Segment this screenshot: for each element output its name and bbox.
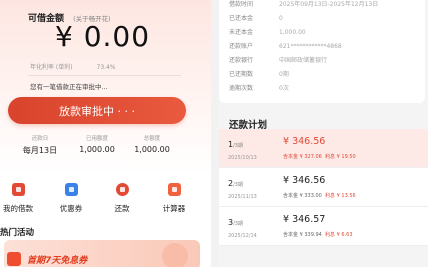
coupons-button[interactable]: 优惠券	[47, 183, 95, 214]
plan-principal: 含本金 ¥ 339.94	[283, 232, 322, 238]
plan-amount: ¥ 346.56	[283, 175, 326, 186]
promo-badge-icon	[7, 252, 21, 266]
info-value: 1,000.00	[279, 29, 306, 36]
stat-label: 已用额度	[85, 136, 108, 142]
plan-row[interactable]: 3/3期 2025/12/14 ¥ 346.57 含本金 ¥ 339.94 利息…	[219, 207, 428, 246]
info-value: 中国邮政储蓄银行	[279, 57, 328, 64]
promo-banner[interactable]: 首期7天免息券	[4, 240, 200, 267]
stat-total-credit: 总额度 1,000.00	[122, 134, 182, 154]
info-label: 还款账户	[229, 43, 254, 50]
info-label: 已还期数	[229, 71, 254, 78]
info-label: 逾期次数	[229, 85, 254, 92]
plan-interest: 利息 ¥ 19.50	[325, 154, 356, 160]
info-value: 0次	[279, 85, 289, 92]
loan-detail-panel: 借款时间 2025年09月13日-2025年12月13日 已还本金 0 未还本金 1,…	[219, 0, 428, 267]
info-value: 0期	[279, 71, 289, 78]
quick-action-label: 我的借款	[3, 204, 33, 213]
plan-date: 2025/11/13	[228, 194, 257, 200]
plan-period: 1/3期	[228, 140, 243, 149]
plan-interest: 利息 ¥ 13.56	[325, 193, 356, 199]
info-row-repaid-principal: 已还本金 0	[229, 13, 283, 22]
quick-action-label: 优惠券	[59, 204, 83, 213]
stat-value: 1,000.00	[79, 145, 115, 154]
info-row-repaid-periods: 已还期数 0期	[229, 69, 289, 78]
promo-text: 首期7天免息券	[27, 256, 88, 266]
stat-value: 每月13日	[22, 146, 58, 155]
release-approval-button[interactable]: 放款审批中 · · ·	[8, 97, 186, 124]
info-label: 借款时间	[229, 1, 254, 8]
info-label: 未还本金	[229, 29, 254, 36]
plan-breakdown: 含本金 ¥ 339.94 利息 ¥ 6.63	[283, 231, 353, 238]
plan-breakdown: 含本金 ¥ 333.00 利息 ¥ 13.56	[283, 192, 356, 199]
available-amount: ¥ 0.00	[55, 20, 151, 53]
stat-label: 总额度	[143, 136, 161, 142]
coupon-icon	[64, 183, 78, 196]
info-row-overdue: 逾期次数 0次	[229, 83, 289, 92]
stat-repay-day: 还款日 每月13日	[10, 134, 70, 156]
stat-value: 1,000.00	[134, 145, 170, 154]
pending-note: 您有一笔借款正在审批中...	[30, 83, 108, 91]
divider	[28, 75, 181, 76]
plan-period-total: /3期	[233, 221, 243, 227]
loan-home-panel: 可借金额 (关于畅开花) ¥ 0.00 年化利率 (单利) 73.4% 您有一笔…	[0, 0, 211, 267]
plan-principal: 含本金 ¥ 333.00	[283, 193, 322, 199]
plan-row-current[interactable]: 1/3期 2025/10/13 ¥ 346.56 含本金 ¥ 327.06 利息…	[219, 129, 428, 168]
plan-period-total: /3期	[233, 182, 243, 188]
plan-date: 2025/10/13	[228, 155, 257, 161]
quick-action-label: 计算器	[162, 204, 186, 213]
plan-date: 2025/12/14	[228, 233, 257, 239]
plan-breakdown: 含本金 ¥ 327.06 利息 ¥ 19.50	[283, 153, 356, 160]
credit-card: 可借金额 (关于畅开花) ¥ 0.00 年化利率 (单利) 73.4% 您有一笔…	[0, 0, 211, 174]
info-value: 2025年09月13日-2025年12月13日	[279, 1, 379, 8]
rate-row: 年化利率 (单利) 73.4%	[30, 62, 116, 71]
plan-period: 3/3期	[228, 218, 243, 227]
repayment-plan-list: 1/3期 2025/10/13 ¥ 346.56 含本金 ¥ 327.06 利息…	[219, 129, 428, 246]
calculator-icon	[167, 183, 181, 196]
plan-amount: ¥ 346.57	[283, 214, 326, 225]
panel-divider	[211, 0, 219, 267]
promo-decoration	[162, 243, 188, 267]
info-value: 0	[279, 15, 283, 22]
repay-icon	[115, 183, 129, 196]
activity-section-title: 热门活动	[0, 228, 35, 238]
rate-label: 年化利率 (单利)	[30, 64, 73, 71]
loan-info-card: 借款时间 2025年09月13日-2025年12月13日 已还本金 0 未还本金 1,…	[219, 0, 425, 103]
info-value: 621************4868	[279, 43, 342, 50]
info-label: 已还本金	[229, 15, 254, 22]
plan-interest: 利息 ¥ 6.63	[325, 232, 353, 238]
plan-principal: 含本金 ¥ 327.06	[283, 154, 322, 160]
stat-used-credit: 已用额度 1,000.00	[67, 134, 127, 154]
info-row-account: 还款账户 621************4868	[229, 41, 342, 50]
plan-period-total: /3期	[233, 143, 243, 149]
info-row-unpaid-principal: 未还本金 1,000.00	[229, 27, 306, 36]
info-row-loan-time: 借款时间 2025年09月13日-2025年12月13日	[229, 0, 378, 8]
plan-period: 2/3期	[228, 179, 243, 188]
quick-action-label: 还款	[114, 204, 130, 213]
quick-actions: 我的借款 优惠券 还款 计算器	[0, 180, 211, 220]
info-label: 还款银行	[229, 57, 254, 64]
document-icon	[11, 183, 25, 196]
plan-amount: ¥ 346.56	[283, 136, 326, 147]
info-row-bank: 还款银行 中国邮政储蓄银行	[229, 55, 327, 64]
my-loans-button[interactable]: 我的借款	[0, 183, 42, 214]
calculator-button[interactable]: 计算器	[150, 183, 198, 214]
stat-label: 还款日	[31, 136, 49, 142]
repay-button[interactable]: 还款	[98, 183, 146, 214]
rate-value: 73.4%	[96, 64, 116, 71]
plan-row[interactable]: 2/3期 2025/11/13 ¥ 346.56 含本金 ¥ 333.00 利息…	[219, 168, 428, 207]
